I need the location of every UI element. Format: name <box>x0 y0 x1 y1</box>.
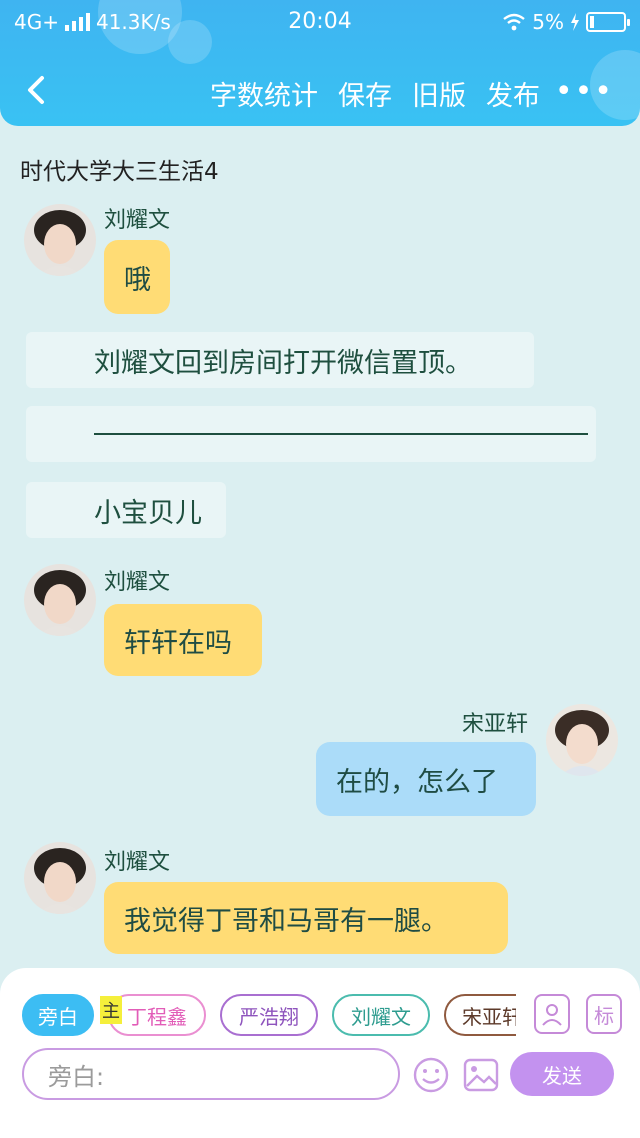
avatar-liu-yaowen[interactable] <box>24 842 96 914</box>
composer-panel: 旁白 丁程鑫 主 严浩翔 刘耀文 宋亚轩 标 旁白: 发送 <box>0 968 640 1138</box>
message-bubble[interactable]: 我觉得丁哥和马哥有一腿。 <box>104 882 508 954</box>
message-bubble[interactable]: 哦 <box>104 240 170 314</box>
role-chip-narration[interactable]: 旁白 <box>22 994 94 1036</box>
role-chip-liu-yaowen[interactable]: 刘耀文 <box>332 994 430 1036</box>
send-button[interactable]: 发送 <box>510 1052 614 1096</box>
status-bar: 4G+ 41.3K/s 20:04 5% <box>0 0 640 44</box>
speaker-name: 宋亚轩 <box>462 712 529 737</box>
emoji-icon[interactable] <box>412 1056 450 1094</box>
role-chip-yan-haoxiang[interactable]: 严浩翔 <box>220 994 318 1036</box>
narration-block[interactable]: 刘耀文回到房间打开微信置顶。 <box>26 332 534 388</box>
role-chip-song-yaxuan[interactable]: 宋亚轩 <box>444 994 516 1036</box>
back-icon[interactable] <box>18 70 58 110</box>
app-header: 4G+ 41.3K/s 20:04 5% 字数统计 保存 旧版 发布 ••• <box>0 0 640 126</box>
image-icon[interactable] <box>462 1056 500 1094</box>
more-icon[interactable]: ••• <box>555 74 614 109</box>
narration-block[interactable] <box>26 406 596 462</box>
charging-icon <box>571 13 579 31</box>
message-input[interactable]: 旁白: <box>22 1048 400 1100</box>
wifi-icon <box>503 13 526 31</box>
save-button[interactable]: 保存 <box>338 74 392 113</box>
publish-button[interactable]: 发布 <box>486 74 540 113</box>
old-version-button[interactable]: 旧版 <box>412 74 466 113</box>
speaker-name: 刘耀文 <box>104 850 171 875</box>
message-bubble[interactable]: 在的，怎么了 <box>316 742 536 816</box>
divider-line <box>94 433 588 435</box>
nav-bar: 字数统计 保存 旧版 发布 ••• <box>0 60 640 126</box>
speaker-name: 刘耀文 <box>104 208 171 233</box>
battery-percent: 5% <box>532 10 564 34</box>
role-chip-ding-chengxin[interactable]: 丁程鑫 <box>108 994 206 1036</box>
add-role-icon[interactable] <box>534 994 570 1034</box>
speaker-name: 刘耀文 <box>104 570 171 595</box>
main-role-tag: 主 <box>100 996 122 1024</box>
document-title: 时代大学大三生活4 <box>20 159 219 185</box>
mark-icon[interactable]: 标 <box>586 994 622 1034</box>
avatar-liu-yaowen[interactable] <box>24 204 96 276</box>
avatar-song-yaxuan[interactable] <box>546 704 618 776</box>
avatar-liu-yaowen[interactable] <box>24 564 96 636</box>
word-count-button[interactable]: 字数统计 <box>210 74 318 113</box>
message-bubble[interactable]: 轩轩在吗 <box>104 604 262 676</box>
narration-block[interactable]: 小宝贝儿 <box>26 482 226 538</box>
battery-icon <box>586 12 630 32</box>
